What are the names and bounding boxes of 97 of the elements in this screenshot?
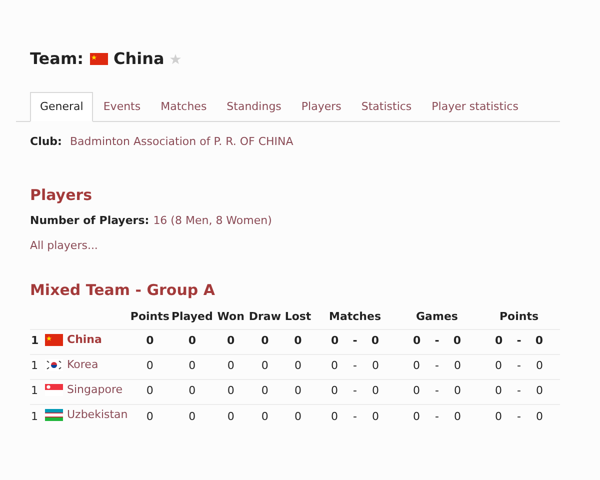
table-cell-text: - [435,383,439,400]
table-cell: 0 [294,334,302,348]
column-header: Points [130,310,170,322]
team-label: Team: [30,48,84,70]
table-cell: 0 [188,384,196,398]
column-header: Lost [284,310,312,322]
table-cell: 0 [294,410,302,422]
table-row[interactable]: 1 Singapore 0 0 0 0 0 0 - 0 0 - 0 0 - 0 [30,379,560,404]
table-cell: 0 [261,359,268,372]
table-cell: 0 [294,384,302,398]
table-cell-text: 0 [331,333,339,350]
table-cell-text: 0 [495,358,502,374]
table-cell: 0 [146,410,154,422]
table-cell: 0 [146,334,154,348]
table-row[interactable]: 1 Uzbekistan 0 0 0 0 0 0 - 0 0 - 0 0 - 0 [30,404,560,429]
table-cell-text: 0 [454,408,461,424]
table-cell-text: - [352,333,358,350]
table-cell-text: - [353,408,357,424]
table-cell-text: 0 [536,408,543,424]
table-cell-text: 0 [454,383,461,400]
table-cell-text: 0 [331,408,338,424]
table-cell: 0 [146,359,154,372]
table-cell-text: 0 [536,358,543,374]
table-cell: 0 [227,384,234,398]
team-link[interactable]: Singapore [67,382,122,398]
table-cell-text: 0 [372,383,379,400]
table-row[interactable]: 1 China 0 0 0 0 0 0 - 0 0 - 0 0 - 0 [30,329,560,354]
table-cell: 0 [188,359,196,372]
tab[interactable]: Events [93,92,151,122]
column-header: Draw [248,310,281,322]
table-cell-text: - [516,333,522,350]
table-cell: 0 [188,410,196,422]
table-cell-text: 0 [536,383,543,400]
column-header: Played [171,310,213,322]
club-link[interactable]: Badminton Association of P. R. OF CHINA [70,134,294,150]
column-header: Matches [329,310,381,322]
all-players-link[interactable]: All players... [30,239,98,252]
table-cell-text: 0 [453,333,461,350]
rank-cell: 1 [31,334,39,348]
table-cell-text: - [517,358,521,374]
rank-cell: 1 [31,384,38,398]
table-cell: 0 [227,334,235,348]
column-header: Won [217,310,244,322]
table-cell-text: - [435,408,439,424]
team-link[interactable]: Uzbekistan [67,406,128,424]
table-cell-text: 0 [413,383,420,400]
table-cell: 0 [227,359,234,372]
table-cell: 0 [294,359,302,372]
table-cell: 0 [227,410,234,422]
star-icon[interactable] [170,54,182,64]
table-cell-text: - [517,383,521,400]
table-cell-text: 0 [495,383,502,400]
table-cell-text: 0 [413,358,420,374]
section-heading: Players [30,185,94,206]
table-cell-text: 0 [371,333,379,350]
table-cell-text: 0 [413,333,421,350]
table-cell-text: 0 [331,358,338,374]
table-cell: 0 [261,384,268,398]
team-name: China [114,48,164,70]
table-cell-text: 0 [535,333,543,350]
table-cell-text: - [434,333,440,350]
rank-cell: 1 [31,359,38,372]
table-cell-text: - [517,408,521,424]
table-cell-text: 0 [372,358,379,374]
column-header: Games [416,310,458,322]
table-cell-text: - [353,383,357,400]
table-cell: 0 [146,384,154,398]
team-link[interactable]: China [67,332,102,348]
table-row[interactable]: 1 Korea 0 0 0 0 0 0 - 0 0 - 0 0 - 0 [30,354,560,379]
tab[interactable]: Player statistics [422,92,528,122]
tab[interactable]: Statistics [351,92,422,122]
table-cell-text: 0 [372,408,379,424]
table-cell-text: 0 [331,383,338,400]
flag-icon [45,334,63,346]
count-label: Number of Players: [30,212,150,228]
table-cell-text: 0 [495,408,502,424]
tab[interactable]: Players [291,92,352,122]
flag-icon [90,53,108,65]
rank-cell: 1 [31,410,38,422]
table-cell-text: - [353,358,357,374]
flag-icon [45,409,63,422]
team-link[interactable]: Korea [67,356,98,374]
table-cell-text: 0 [495,333,503,350]
table-cell-text: 0 [413,408,420,424]
table-cell: 0 [261,410,268,422]
tab[interactable]: General [30,92,94,122]
table-cell: 0 [261,334,269,348]
club-label: Club: [30,134,62,150]
section-heading: Mixed Team - Group A [30,280,216,300]
count-link[interactable]: 16 (8 Men, 8 Women) [153,212,272,229]
tab[interactable]: Matches [150,92,217,122]
flag-icon [45,358,63,371]
table-cell: 0 [188,334,196,348]
column-header: Points [499,310,539,322]
table-cell-text: - [435,358,439,374]
tab[interactable]: Standings [216,92,292,122]
table-cell-text: 0 [454,358,461,374]
